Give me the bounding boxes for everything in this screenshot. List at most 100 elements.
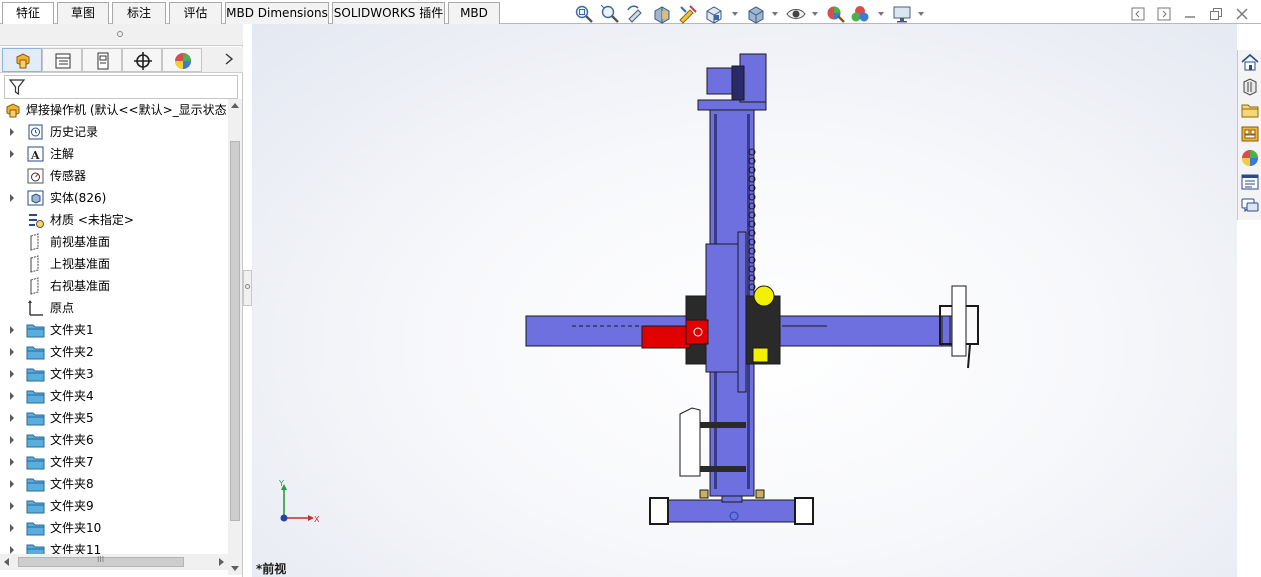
- origin-icon: [26, 299, 45, 317]
- expand-arrow-icon[interactable]: [10, 414, 14, 422]
- tree-item[interactable]: 文件夹10: [0, 517, 228, 539]
- expand-arrow-icon[interactable]: [10, 348, 14, 356]
- expand-arrow-icon[interactable]: [10, 480, 14, 488]
- tab-mbd-dimensions[interactable]: MBD Dimensions: [225, 2, 329, 24]
- display-style-icon[interactable]: [746, 4, 766, 24]
- chevron-right-icon[interactable]: [222, 52, 236, 66]
- tree-item[interactable]: 上视基准面: [0, 253, 228, 275]
- design-library-icon[interactable]: [1240, 76, 1260, 96]
- folder-icon: [26, 453, 45, 471]
- tree-item[interactable]: 文件夹5: [0, 407, 228, 429]
- scroll-right-icon[interactable]: [219, 558, 224, 566]
- motor-coupling: [731, 65, 745, 101]
- tree-item[interactable]: 文件夹6: [0, 429, 228, 451]
- tab-solidworks-addins[interactable]: SOLIDWORKS 插件: [332, 2, 445, 24]
- panel-collapse-handle[interactable]: [0, 24, 243, 46]
- tab-evaluate[interactable]: 评估: [169, 2, 222, 24]
- scroll-left-icon[interactable]: [4, 558, 9, 566]
- tree-item-label: 材质 <未指定>: [50, 213, 134, 227]
- tree-item[interactable]: 传感器: [0, 165, 228, 187]
- folder-icon: [26, 541, 45, 554]
- chevron-down-icon[interactable]: [918, 12, 924, 16]
- tree-item[interactable]: 实体(826): [0, 187, 228, 209]
- restore-icon[interactable]: [1209, 7, 1223, 21]
- tree-item[interactable]: 原点: [0, 297, 228, 319]
- hide-show-items-icon[interactable]: [786, 4, 806, 24]
- home-icon[interactable]: [1240, 52, 1260, 72]
- tree-vertical-scrollbar[interactable]: [228, 99, 242, 575]
- previous-view-icon[interactable]: [626, 4, 646, 24]
- welding-manipulator-model: [525, 53, 979, 525]
- tree-item[interactable]: 文件夹4: [0, 385, 228, 407]
- expand-arrow-icon[interactable]: [10, 436, 14, 444]
- scroll-thumb[interactable]: [230, 141, 240, 521]
- expand-pane-icon[interactable]: [1157, 7, 1171, 21]
- tab-features[interactable]: 特征: [2, 2, 54, 25]
- section-view-icon[interactable]: [652, 4, 672, 24]
- tab-mbd[interactable]: MBD: [448, 2, 500, 24]
- restore-pane-icon[interactable]: [1131, 7, 1145, 21]
- chevron-down-icon[interactable]: [812, 12, 818, 16]
- tab-markup[interactable]: 标注: [112, 2, 166, 24]
- file-explorer-icon[interactable]: [1240, 100, 1260, 120]
- tree-item[interactable]: A 注解: [0, 143, 228, 165]
- tree-item[interactable]: 文件夹11: [0, 539, 228, 554]
- scroll-thumb[interactable]: III: [18, 555, 184, 567]
- tree-item[interactable]: 文件夹2: [0, 341, 228, 363]
- zoom-to-area-icon[interactable]: [600, 4, 620, 24]
- tree-item[interactable]: 右视基准面: [0, 275, 228, 297]
- tree-item-label: 文件夹11: [50, 543, 102, 554]
- tree-item[interactable]: 文件夹9: [0, 495, 228, 517]
- expand-arrow-icon[interactable]: [10, 458, 14, 466]
- panel-splitter[interactable]: [243, 270, 252, 306]
- tree-item[interactable]: 材质 <未指定>: [0, 209, 228, 231]
- tree-item-label: 历史记录: [50, 125, 99, 139]
- edit-appearance-icon[interactable]: [826, 4, 846, 24]
- chevron-down-icon[interactable]: [732, 12, 738, 16]
- apply-scene-icon[interactable]: [850, 4, 870, 24]
- graphics-area[interactable]: [252, 24, 1237, 577]
- expand-arrow-icon[interactable]: [10, 150, 14, 158]
- tree-item-label: 传感器: [50, 169, 87, 183]
- tree-item[interactable]: 文件夹3: [0, 363, 228, 385]
- tree-item-label: 文件夹1: [50, 323, 94, 337]
- appearances-icon[interactable]: [1240, 148, 1260, 168]
- displaymanager-tab[interactable]: [162, 48, 202, 72]
- tree-root-assembly[interactable]: 焊接操作机 (默认<<默认>_显示状态: [0, 99, 228, 121]
- view-orientation-icon[interactable]: [704, 4, 724, 24]
- minimize-icon[interactable]: [1183, 7, 1197, 21]
- expand-arrow-icon[interactable]: [10, 370, 14, 378]
- dimxpertmanager-tab[interactable]: [122, 48, 162, 72]
- chevron-down-icon[interactable]: [878, 12, 884, 16]
- expand-arrow-icon[interactable]: [10, 502, 14, 510]
- close-icon[interactable]: [1235, 7, 1249, 21]
- scroll-up-icon[interactable]: [231, 103, 239, 108]
- view-settings-icon[interactable]: [892, 4, 912, 24]
- custom-properties-icon[interactable]: [1240, 172, 1260, 192]
- expand-arrow-icon[interactable]: [10, 326, 14, 334]
- expand-arrow-icon[interactable]: [10, 546, 14, 554]
- expand-arrow-icon[interactable]: [10, 194, 14, 202]
- tree-item-label: 上视基准面: [50, 257, 111, 271]
- scroll-down-icon[interactable]: [231, 566, 239, 571]
- chevron-down-icon[interactable]: [772, 12, 778, 16]
- forum-icon[interactable]: [1240, 196, 1260, 216]
- expand-arrow-icon[interactable]: [10, 524, 14, 532]
- configurationmanager-tab[interactable]: [82, 48, 122, 72]
- tree-filter-input[interactable]: [4, 75, 238, 99]
- zoom-to-fit-icon[interactable]: [574, 4, 594, 24]
- propertymanager-tab[interactable]: [42, 48, 82, 72]
- tab-sketch[interactable]: 草图: [57, 2, 109, 24]
- tree-item[interactable]: 文件夹1: [0, 319, 228, 341]
- expand-arrow-icon[interactable]: [10, 128, 14, 136]
- featuremanager-tab[interactable]: [2, 48, 42, 72]
- expand-arrow-icon[interactable]: [10, 392, 14, 400]
- tree-item[interactable]: 文件夹7: [0, 451, 228, 473]
- tree-item[interactable]: 前视基准面: [0, 231, 228, 253]
- tree-horizontal-scrollbar[interactable]: III: [0, 554, 228, 570]
- dynamic-annotation-icon[interactable]: [678, 4, 698, 24]
- tree-item[interactable]: 历史记录: [0, 121, 228, 143]
- tree-item[interactable]: 文件夹8: [0, 473, 228, 495]
- plane-icon: [26, 255, 45, 273]
- view-palette-icon[interactable]: [1240, 124, 1260, 144]
